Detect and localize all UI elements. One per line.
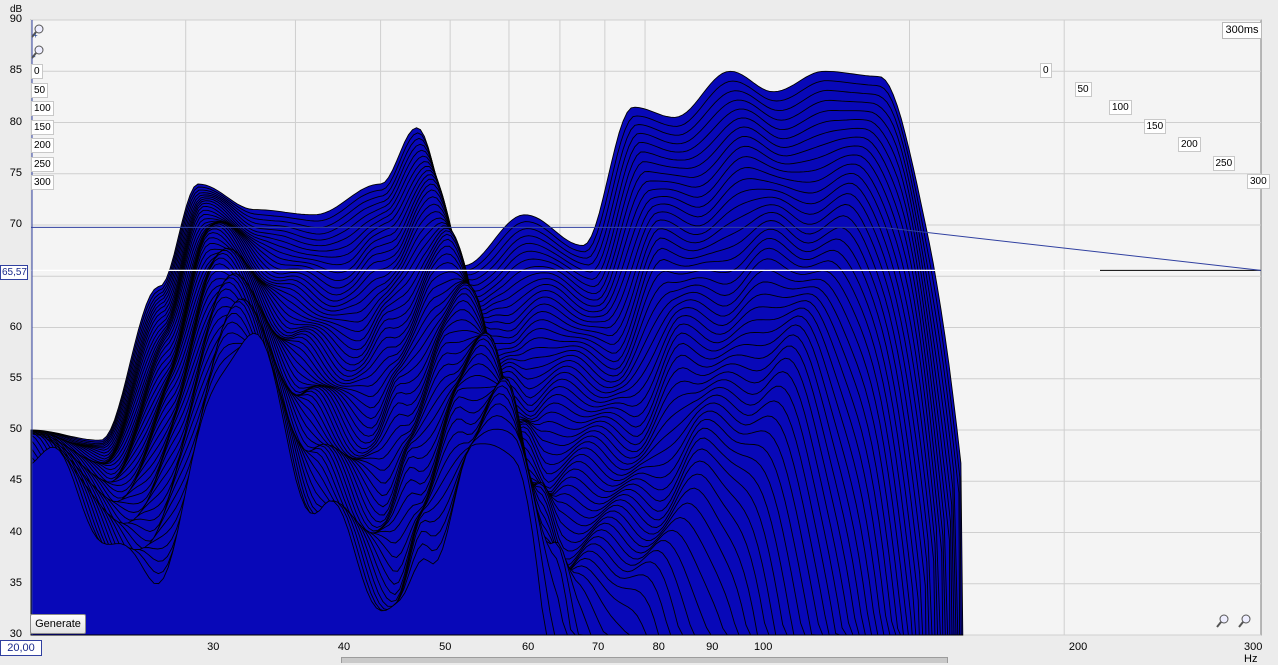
- svg-text:+: +: [33, 31, 38, 38]
- time-tick-depth: 300: [1247, 174, 1270, 189]
- time-tick-depth: 150: [1143, 118, 1167, 134]
- zoom-out-x-icon[interactable]: [1238, 614, 1252, 628]
- x-tick-label: 90: [706, 641, 719, 653]
- time-tick-left: 0: [31, 64, 43, 79]
- y-tick-label: 70: [9, 218, 22, 230]
- y-tick-label: 55: [9, 371, 22, 384]
- time-tick-left: 100: [31, 101, 54, 116]
- y-tick-label: 45: [9, 474, 22, 487]
- y-tick-label: 30: [9, 628, 22, 640]
- x-tick-label: 200: [1068, 641, 1088, 653]
- zoom-in-icon[interactable]: +: [31, 24, 45, 38]
- time-tick-depth: 100: [1109, 100, 1132, 115]
- cursor-y-readout: 65,57: [0, 265, 28, 280]
- y-tick-label: 80: [9, 115, 22, 128]
- time-tick-left: 150: [31, 119, 54, 135]
- zoom-out-icon[interactable]: -: [31, 45, 45, 59]
- time-tick-left: 300: [31, 175, 54, 190]
- generate-button[interactable]: Generate: [30, 614, 86, 634]
- zoom-in-x-icon[interactable]: [1216, 614, 1230, 628]
- y-tick-label: 60: [9, 320, 22, 333]
- time-tick-left: 250: [31, 156, 54, 172]
- x-tick-label: 80: [652, 641, 665, 653]
- y-tick-label: 90: [9, 13, 22, 25]
- x-tick-label: 60: [521, 641, 535, 653]
- cursor-x-readout: 20,00: [0, 640, 42, 656]
- x-tick-label: 30: [207, 641, 220, 653]
- waterfall-chart: dB 90858075706560555045403530 3040506070…: [0, 0, 1278, 665]
- time-tick-depth: 250: [1212, 155, 1236, 171]
- x-tick-label: 100: [754, 641, 773, 653]
- x-tick-label: 70: [592, 641, 605, 653]
- x-tick-label: 50: [439, 641, 452, 653]
- svg-text:-: -: [33, 52, 36, 59]
- y-tick-label: 35: [9, 576, 22, 589]
- x-tick-label: 40: [337, 641, 351, 653]
- horizontal-scrollbar[interactable]: [341, 657, 948, 663]
- time-tick-depth: 50: [1074, 81, 1092, 97]
- y-tick-label: 75: [9, 166, 22, 179]
- y-tick-label: 50: [9, 423, 22, 435]
- time-range-badge: 300ms: [1222, 22, 1262, 39]
- time-tick-left: 50: [31, 82, 49, 98]
- time-tick-left: 200: [31, 138, 54, 153]
- plot-svg: [30, 19, 1262, 636]
- time-tick-depth: 0: [1040, 63, 1052, 78]
- y-tick-label: 85: [9, 64, 22, 77]
- x-tick-label: 300 Hz: [1244, 641, 1263, 665]
- y-tick-label: 40: [9, 525, 22, 538]
- time-tick-depth: 200: [1178, 137, 1201, 152]
